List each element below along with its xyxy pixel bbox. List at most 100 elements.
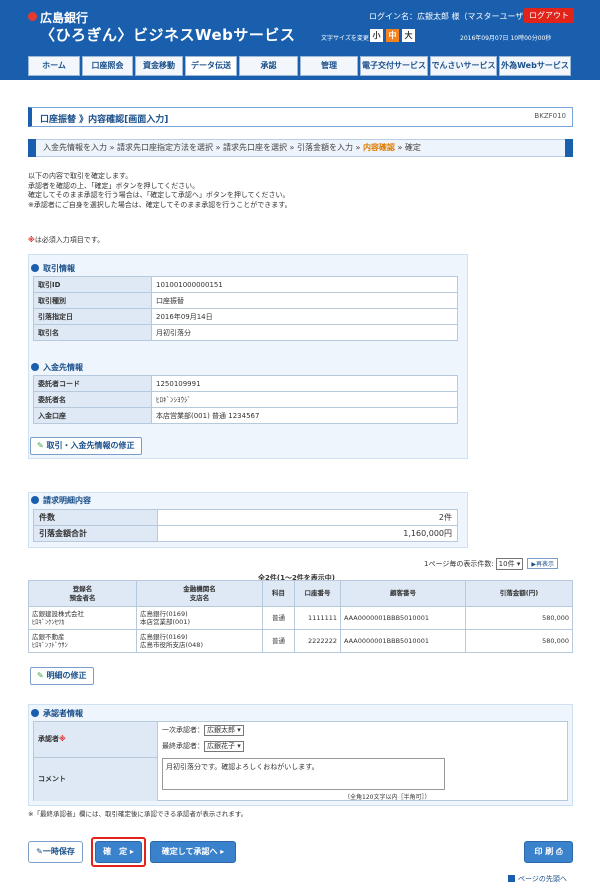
first-approver-value: 広銀太郎 bbox=[207, 726, 235, 734]
kv-key: 取引ID bbox=[33, 276, 152, 293]
arrow-right-icon: ▸ bbox=[129, 847, 134, 856]
cell-amount: 580,000 bbox=[465, 629, 573, 653]
table-row: 広銀建設株式会社 ﾋﾛｷﾞﾝｹﾝｾﾂｶ 広島銀行(0169) 本店営業部(001) … bbox=[28, 606, 573, 630]
required-mark: ※ bbox=[59, 735, 66, 743]
approver-heading: 承認者情報 bbox=[31, 708, 83, 719]
cell-amount: 580,000 bbox=[465, 606, 573, 630]
count-label: 件数 bbox=[33, 509, 158, 526]
pager-control: 1ページ毎の表示件数: 10件 ▾ ▶再表示 bbox=[424, 558, 558, 570]
cell-account: 1111111 bbox=[294, 606, 341, 630]
nav-e-delivery[interactable]: 電子交付サービス bbox=[360, 56, 428, 76]
cell-customer: AAA0000001BBB5010001 bbox=[340, 629, 466, 653]
col-header-customer: 顧客番号 bbox=[340, 580, 466, 607]
required-note-text: は必須入力項目です。 bbox=[34, 236, 105, 244]
page-size-value: 10件 bbox=[498, 560, 515, 568]
summary-table: 件数 2件 引落金額合計 1,160,000円 bbox=[33, 509, 458, 542]
nav-home[interactable]: ホーム bbox=[28, 56, 80, 76]
cell-name: 広銀不動産 ﾋﾛｷﾞﾝﾌﾄﾞｳｻﾝ bbox=[28, 629, 137, 653]
font-size-small-button[interactable]: 小 bbox=[370, 29, 383, 42]
pencil-icon: ✎ bbox=[37, 441, 44, 450]
font-size-label: 文字サイズを変更 bbox=[321, 35, 369, 42]
confirm-button[interactable]: 確 定 ▸ bbox=[95, 841, 142, 863]
nav-forex[interactable]: 外為Webサービス bbox=[499, 56, 571, 76]
kv-key: 委託者コード bbox=[33, 375, 152, 392]
kv-value: 1250109991 bbox=[151, 375, 458, 392]
main-nav: ホーム 口座照会 資金移動 データ伝送 承認 管理 電子交付サービス でんさいサ… bbox=[28, 56, 573, 76]
final-approver-label: 最終承認者： bbox=[162, 742, 204, 750]
branch-name-cell: 本店営業部(001) bbox=[140, 618, 190, 626]
kv-value: 2016年09月14日 bbox=[151, 308, 458, 325]
final-approver-select[interactable]: 広銀花子 ▾ bbox=[204, 741, 244, 752]
bank-name-cell: 広島銀行(0169) bbox=[140, 610, 188, 618]
summary-title: 請求明細内容 bbox=[43, 496, 91, 505]
nav-fund-transfer[interactable]: 資金移動 bbox=[135, 56, 183, 76]
font-size-large-button[interactable]: 大 bbox=[402, 29, 415, 42]
col-header-text: 登録名 bbox=[72, 584, 93, 593]
step-6: 確定 bbox=[404, 143, 421, 152]
step-left-arrow-icon bbox=[28, 139, 36, 157]
cell-type: 普通 bbox=[262, 629, 295, 653]
table-row: 広銀不動産 ﾋﾛｷﾞﾝﾌﾄﾞｳｻﾝ 広島銀行(0169) 広島市役所支店(048) … bbox=[28, 629, 573, 653]
cell-bank: 広島銀行(0169) 本店営業部(001) bbox=[136, 606, 263, 630]
final-approver-row: 最終承認者： 広銀花子 ▾ bbox=[162, 741, 244, 752]
intro-line: 以下の内容で取引を確定します。 bbox=[28, 172, 133, 180]
bank-name-cell: 広島銀行(0169) bbox=[140, 633, 188, 641]
first-approver-select[interactable]: 広銀太郎 ▾ bbox=[204, 725, 244, 736]
payee-info-table: 委託者コード 1250109991 委託者名 ﾋﾛｷﾞﾝｼﾖｳｼﾞ 入金口座 本店営業… bbox=[33, 375, 458, 424]
approver-label: 承認者※ bbox=[38, 734, 66, 744]
kv-value: ﾋﾛｷﾞﾝｼﾖｳｼﾞ bbox=[151, 391, 458, 408]
intro-text: 以下の内容で取引を確定します。 承認者を確認の上、「確定」ボタンを押してください… bbox=[28, 172, 573, 210]
registered-name: 広銀建設株式会社 bbox=[32, 610, 84, 618]
page-size-select[interactable]: 10件 ▾ bbox=[495, 558, 524, 570]
intro-line: 承認者を確認の上、「確定」ボタンを押してください。 bbox=[28, 181, 200, 190]
count-value: 2件 bbox=[157, 509, 458, 526]
transaction-info-table: 取引ID 101001000000151 取引種別 口座振替 引落指定日 2016年0… bbox=[33, 276, 458, 341]
screen-code: BKZF010 bbox=[534, 112, 566, 120]
chevron-down-icon: ▾ bbox=[237, 742, 241, 750]
branch-name-cell: 広島市役所支店(048) bbox=[140, 641, 203, 649]
cell-type: 普通 bbox=[262, 606, 295, 630]
col-header-account: 口座番号 bbox=[294, 580, 341, 607]
edit-transaction-label: 取引・入金先情報の修正 bbox=[46, 441, 135, 450]
comment-textarea[interactable]: 月初引落分です。確認よろしくおねがいします。 bbox=[162, 758, 445, 790]
approver-label-text: 承認者 bbox=[38, 735, 59, 743]
kv-value: 口座振替 bbox=[151, 292, 458, 309]
logout-button[interactable]: ログアウト bbox=[524, 8, 574, 23]
cell-customer: AAA0000001BBB5010001 bbox=[340, 606, 466, 630]
col-header-text: 預金者名 bbox=[69, 593, 96, 602]
page-top-link[interactable]: ページの先頭へ bbox=[508, 874, 567, 884]
nav-data-transmission[interactable]: データ伝送 bbox=[185, 56, 237, 76]
step-right-arrow-icon bbox=[565, 139, 573, 157]
step-1: 入金先情報を入力 bbox=[43, 143, 107, 152]
print-button[interactable]: 印 刷 ⎙ bbox=[524, 841, 573, 863]
confirm-approve-label: 確定して承認へ bbox=[161, 847, 218, 856]
nav-approval[interactable]: 承認 bbox=[239, 56, 298, 76]
pager-label: 1ページ毎の表示件数: bbox=[424, 560, 494, 568]
cell-bank: 広島銀行(0169) 広島市役所支店(048) bbox=[136, 629, 263, 653]
intro-line: 確定してそのまま承認を行う場合は、「確定して承認へ」ボタンを押してください。 bbox=[28, 191, 290, 199]
section-bullet-icon bbox=[31, 363, 39, 371]
holder-name: ﾋﾛｷﾞﾝｹﾝｾﾂｶ bbox=[32, 618, 65, 626]
nav-densai[interactable]: でんさいサービス bbox=[430, 56, 497, 76]
font-size-medium-button[interactable]: 中 bbox=[386, 29, 399, 42]
edit-transaction-button[interactable]: ✎ 取引・入金先情報の修正 bbox=[30, 437, 142, 455]
confirm-approve-button[interactable]: 確定して承認へ ▸ bbox=[150, 841, 236, 863]
section-bullet-icon bbox=[31, 496, 39, 504]
redisplay-button[interactable]: ▶再表示 bbox=[527, 558, 558, 569]
transaction-info-heading: 取引情報 bbox=[31, 263, 75, 274]
temp-save-button[interactable]: ✎一時保存 bbox=[28, 841, 83, 863]
comment-limit-note: （全角120文字以内［半角可］） bbox=[344, 794, 431, 801]
nav-account-inquiry[interactable]: 口座照会 bbox=[82, 56, 133, 76]
kv-value: 月初引落分 bbox=[151, 324, 458, 341]
section-bullet-icon bbox=[31, 264, 39, 272]
nav-admin[interactable]: 管理 bbox=[300, 56, 358, 76]
col-header-type: 科目 bbox=[262, 580, 295, 607]
comment-label: コメント bbox=[38, 775, 66, 783]
page-title: 口座振替 》内容確認[画面入力] bbox=[40, 115, 169, 125]
edit-details-button[interactable]: ✎ 明細の修正 bbox=[30, 667, 94, 685]
edit-details-label: 明細の修正 bbox=[46, 671, 87, 680]
section-bullet-icon bbox=[31, 709, 39, 717]
bank-logo-icon bbox=[28, 12, 37, 21]
arrow-right-icon: ▸ bbox=[220, 847, 225, 856]
kv-key: 取引名 bbox=[33, 324, 152, 341]
